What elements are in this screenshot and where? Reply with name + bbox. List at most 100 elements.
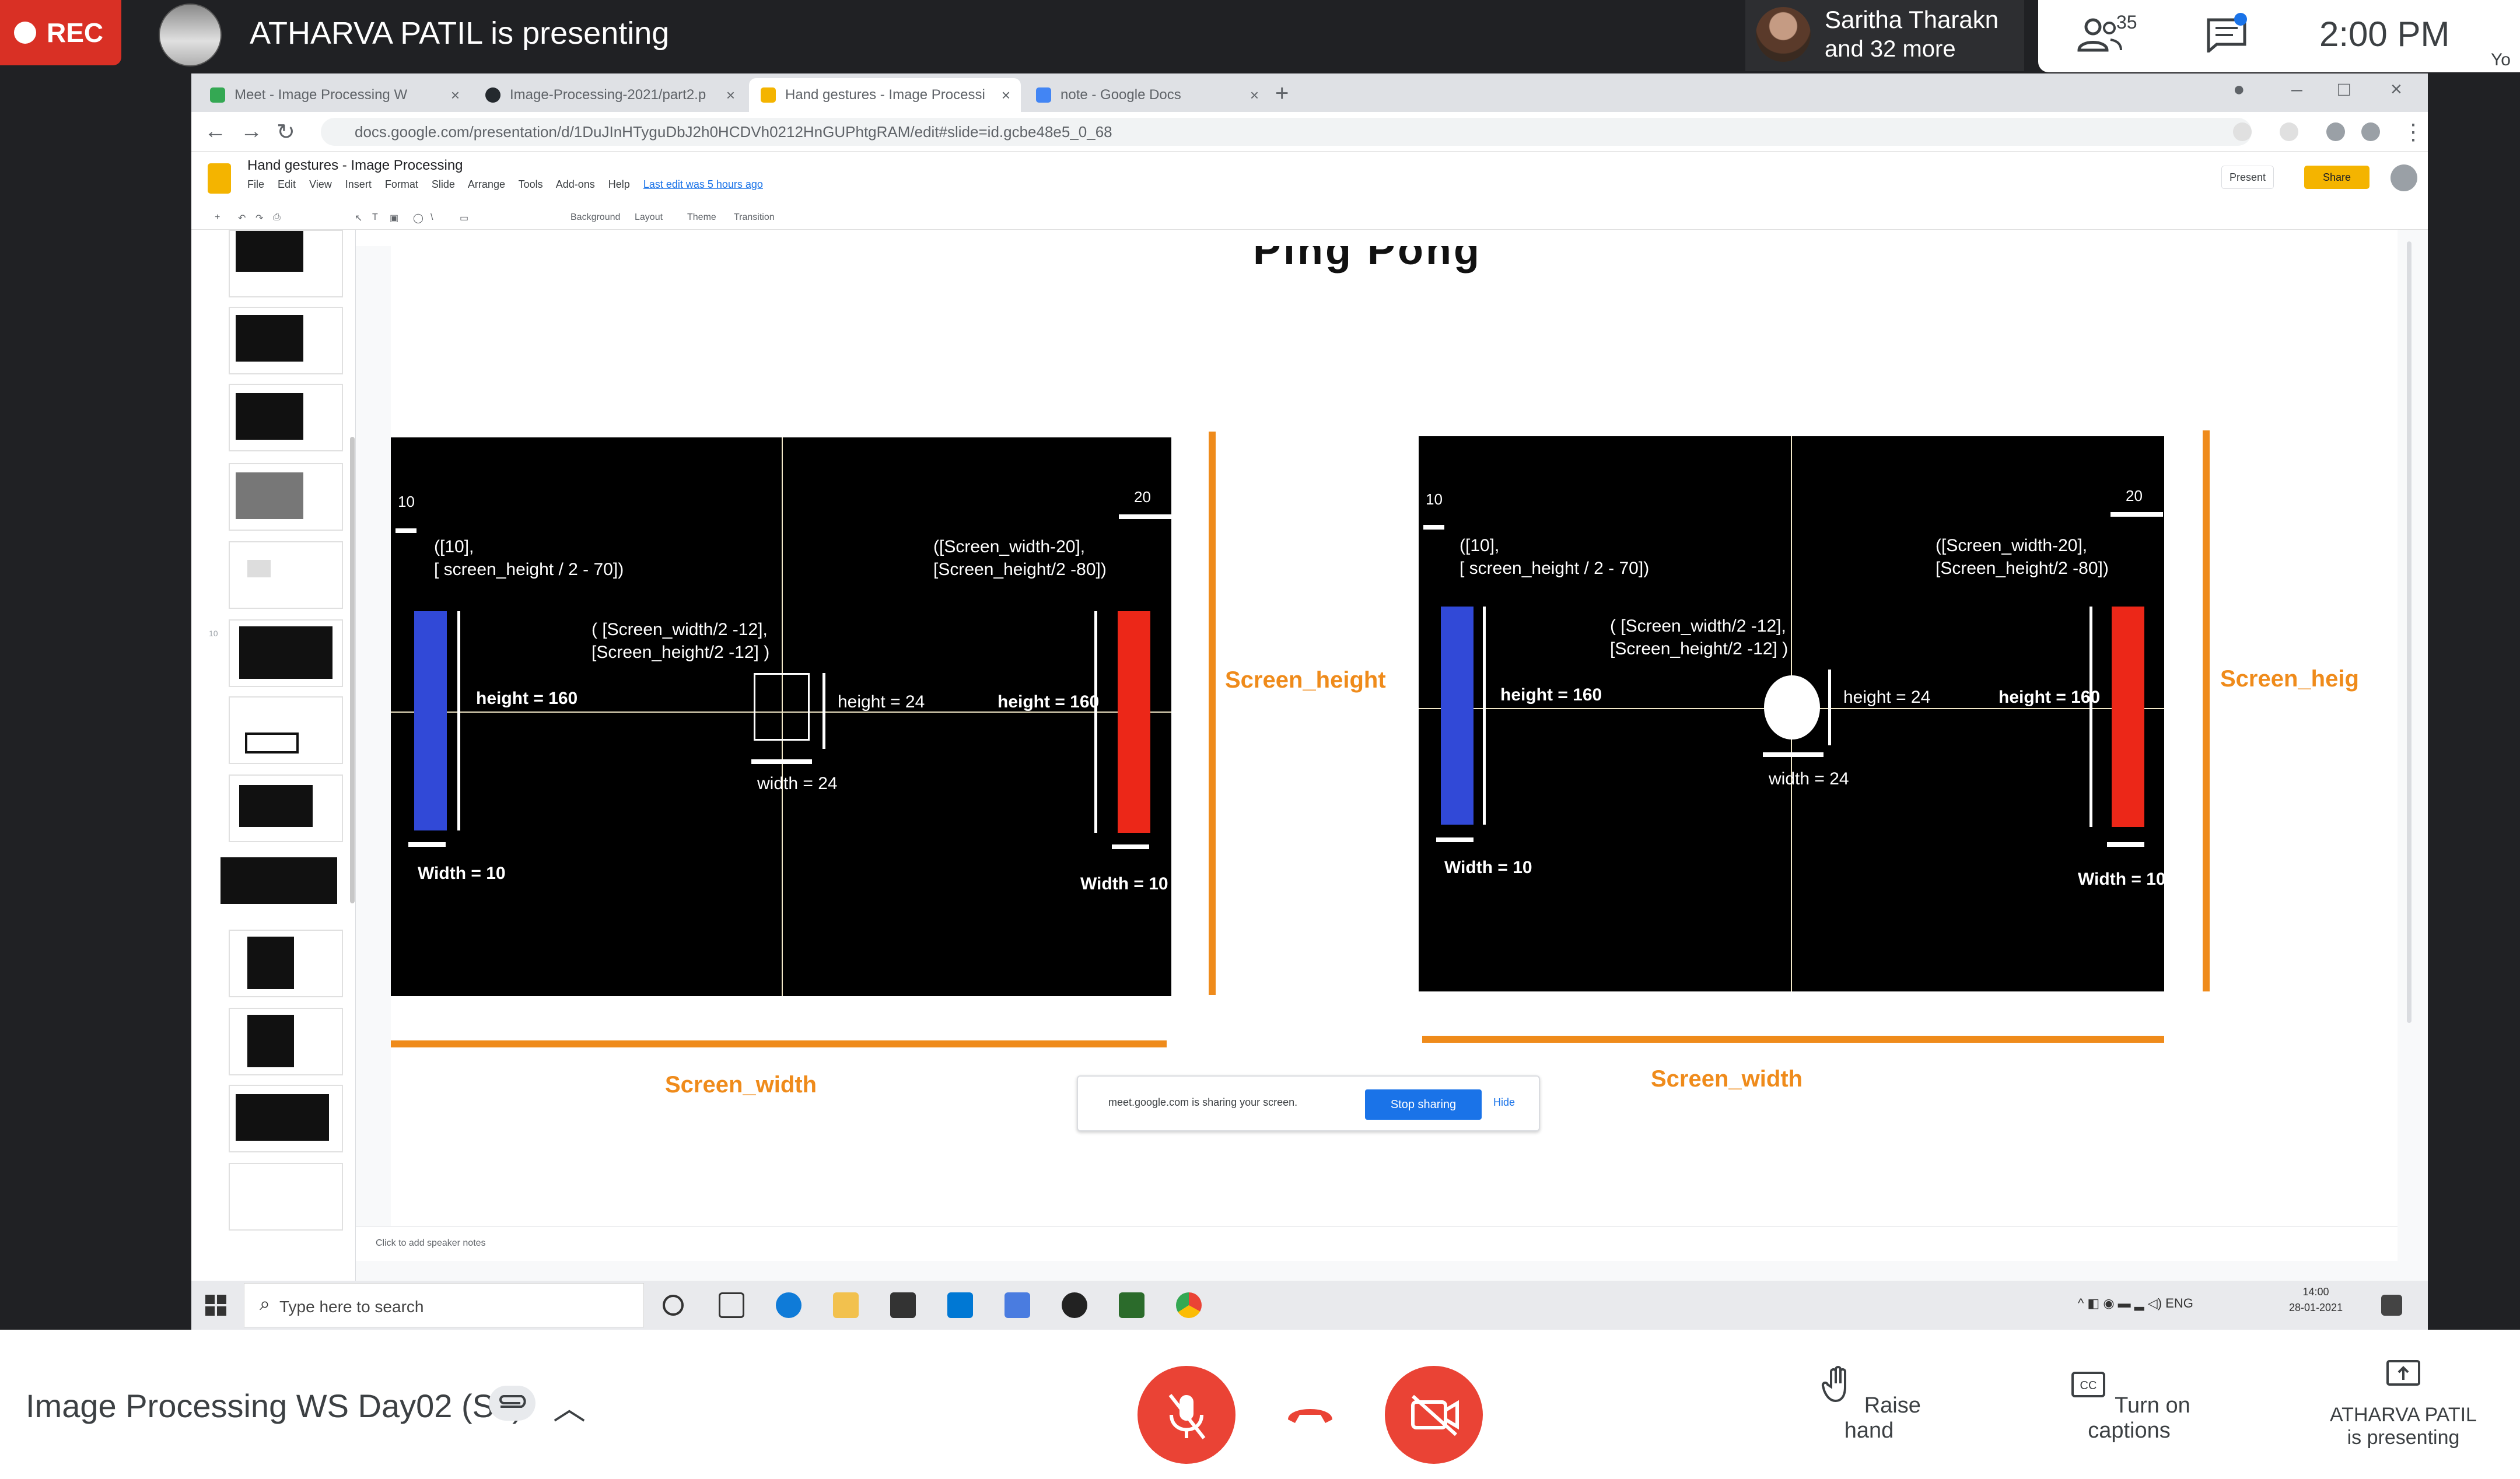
comment-icon[interactable]: ▭ [460,212,468,224]
background-button[interactable]: Background [570,212,620,223]
attachment-icon[interactable] [489,1386,536,1421]
tab-close-icon[interactable]: × [451,86,460,104]
line-icon[interactable]: \ [430,212,433,223]
image-icon[interactable]: ▣ [390,212,398,224]
slide-thumbnail[interactable] [229,1008,343,1075]
tab-slides[interactable]: Hand gestures - Image Processi × [749,78,1021,112]
transition-button[interactable]: Transition [734,212,775,223]
github-favicon-icon [485,87,501,103]
slide-thumbnail[interactable] [229,230,343,297]
slide-thumbnail[interactable] [229,541,343,609]
leave-call-button[interactable] [1261,1366,1359,1464]
menu-edit[interactable]: Edit [278,178,296,190]
browser-menu-icon[interactable]: ⋮ [2402,119,2424,145]
notifications-icon[interactable] [2381,1295,2402,1316]
hide-button[interactable]: Hide [1493,1096,1515,1109]
menu-arrange[interactable]: Arrange [468,178,505,190]
textbox-icon[interactable]: T [372,212,378,223]
forward-icon[interactable]: → [240,119,262,144]
camera-off-button[interactable] [1385,1366,1483,1464]
tab-close-icon[interactable]: × [1250,86,1259,104]
slide-thumbnail[interactable] [229,930,343,997]
menu-insert[interactable]: Insert [345,178,372,190]
select-icon[interactable]: ↖ [355,212,362,224]
task-view-icon[interactable] [719,1292,744,1318]
slide-thumbnail[interactable] [220,851,337,919]
slide-thumbnail[interactable] [229,696,343,764]
window-close-icon[interactable]: × [2390,78,2402,101]
menu-format[interactable]: Format [385,178,418,190]
slide-thumbnail[interactable] [229,774,343,842]
editor-scrollbar[interactable] [2407,241,2412,1023]
menu-help[interactable]: Help [608,178,630,190]
slide-thumbnail[interactable] [229,619,343,687]
tab-close-icon[interactable]: × [1002,86,1010,104]
minimize-icon[interactable]: – [2291,78,2302,101]
menu-file[interactable]: File [247,178,264,190]
tab-close-icon[interactable]: × [726,86,735,104]
tab-meet[interactable]: Meet - Image Processing W × [198,78,470,112]
meet-bottom-bar: Image Processing WS Day02 (S1) ︿ Raise h… [0,1330,2520,1479]
tab-docs[interactable]: note - Google Docs × [1024,78,1269,112]
store-icon[interactable] [890,1292,916,1318]
zoom-icon[interactable] [2233,122,2252,141]
edge-icon[interactable] [776,1292,802,1318]
mic-off-button[interactable] [1138,1366,1236,1464]
slide-thumbnail[interactable] [229,1163,343,1231]
presentation-button[interactable]: ATHARVA PATIL is presenting [2310,1353,2497,1449]
share-button[interactable]: Share [2304,166,2370,189]
speaker-notes[interactable]: Click to add speaker notes [356,1226,2398,1261]
slide-thumbnail[interactable] [229,307,343,374]
captions-button[interactable]: CC Turn on captions [2030,1364,2228,1443]
slide-thumbnail[interactable] [229,384,343,451]
document-title[interactable]: Hand gestures - Image Processing [247,157,463,174]
app-icon[interactable] [1119,1292,1144,1318]
mail-icon[interactable] [947,1292,973,1318]
theme-button[interactable]: Theme [687,212,716,223]
xbox-icon[interactable] [1062,1292,1087,1318]
chrome-icon[interactable] [1176,1292,1202,1318]
participant-tile[interactable]: Saritha Tharakn and 32 more [1745,0,2024,71]
reload-icon[interactable]: ↻ [276,119,295,145]
slide-thumbnail[interactable] [229,1085,343,1152]
maximize-icon[interactable]: □ [2338,78,2350,101]
menu-slide[interactable]: Slide [432,178,455,190]
filmstrip-scrollbar[interactable] [350,437,355,903]
back-icon[interactable]: ← [204,119,226,144]
profile-dot-icon[interactable]: ● [2233,78,2245,101]
system-tray[interactable]: ^ ◧ ◉ ▬ ▂ ◁) ENG [2078,1296,2193,1311]
cortana-icon[interactable] [663,1295,684,1316]
meeting-details-chevron-up-icon[interactable]: ︿ [553,1382,586,1429]
account-avatar[interactable] [2390,164,2417,191]
undo-icon[interactable]: ↶ [238,212,246,224]
url-field[interactable]: docs.google.com/presentation/d/1DuJInHTy… [321,118,2252,146]
last-edit-link[interactable]: Last edit was 5 hours ago [643,178,763,190]
right-paddle-height-label: height = 160 [1999,688,2101,707]
stop-sharing-button[interactable]: Stop sharing [1365,1089,1482,1120]
print-icon[interactable]: ⎙ [273,212,281,223]
slide-thumbnail[interactable] [229,463,343,531]
layout-button[interactable]: Layout [635,212,663,223]
star-icon[interactable] [2280,122,2298,141]
ball-square [754,673,810,741]
present-button[interactable]: Present [2221,166,2274,189]
new-tab-icon[interactable]: + [1275,80,1289,107]
raise-hand-button[interactable]: Raise hand [1811,1364,1927,1443]
search-icon: ⌕ [260,1293,270,1314]
windows-start-icon[interactable] [205,1295,226,1316]
redo-icon[interactable]: ↷ [256,212,263,224]
tab-github[interactable]: Image-Processing-2021/part2.p × [474,78,746,112]
taskbar-search-box[interactable]: ⌕ Type here to search [244,1283,644,1327]
profile-icon[interactable] [2361,122,2380,141]
menu-addons[interactable]: Add-ons [556,178,595,190]
shape-icon[interactable]: ◯ [413,212,424,224]
add-icon[interactable]: + [215,212,220,223]
slides-logo-icon[interactable] [208,163,231,194]
corner-marker-left [1423,525,1444,530]
ball-width-label: width = 24 [757,774,838,793]
app-icon[interactable] [1005,1292,1030,1318]
menu-view[interactable]: View [309,178,332,190]
menu-tools[interactable]: Tools [519,178,543,190]
file-explorer-icon[interactable] [833,1292,859,1318]
extension-icon[interactable] [2326,122,2345,141]
